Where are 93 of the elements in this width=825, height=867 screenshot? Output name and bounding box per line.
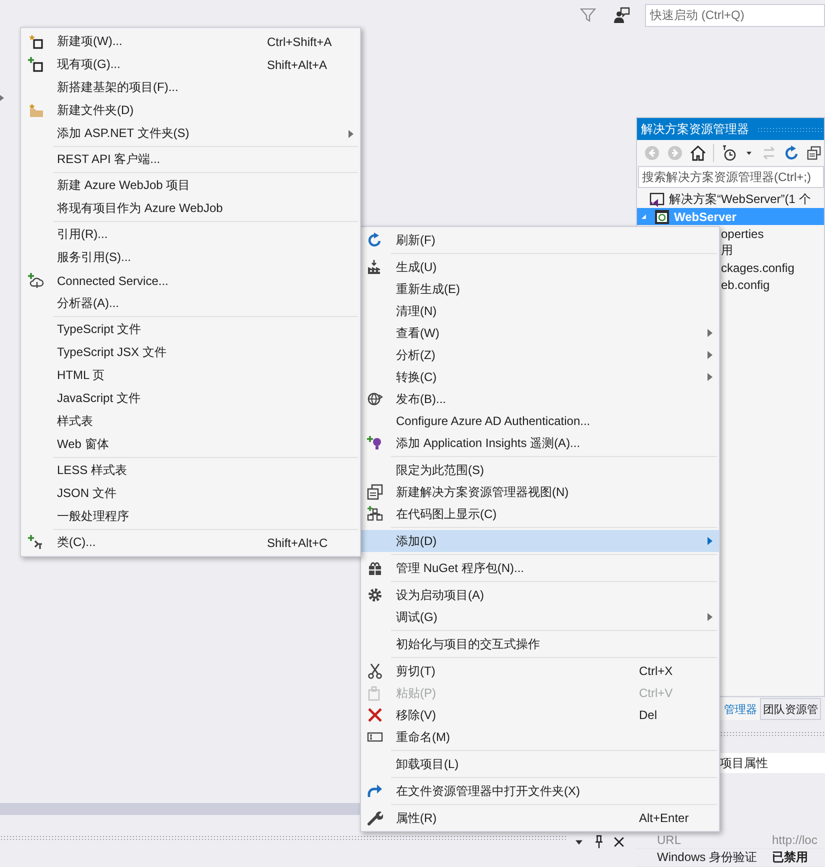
- search-field[interactable]: 搜索解决方案资源管理器(Ctrl+;): [638, 166, 824, 188]
- menu-item[interactable]: Web 窗体: [21, 433, 360, 456]
- menu-item[interactable]: 在文件资源管理器中打开文件夹(X): [361, 780, 719, 802]
- menu-item[interactable]: Connected Service...: [21, 269, 360, 292]
- square-star-icon: [28, 34, 44, 50]
- submenu-arrow-icon: [346, 128, 356, 138]
- gear-icon: [367, 587, 383, 603]
- menu-item[interactable]: 属性(R) Alt+Enter: [361, 807, 719, 829]
- menu-item[interactable]: LESS 样式表: [21, 459, 360, 482]
- scissors-icon: [367, 663, 383, 679]
- property-value[interactable]: 已禁用: [770, 849, 825, 866]
- globe-icon: [367, 391, 383, 407]
- menu-item[interactable]: 调试(G): [361, 606, 719, 628]
- menu-item[interactable]: HTML 页: [21, 364, 360, 387]
- menu-item[interactable]: 分析器(A)...: [21, 292, 360, 315]
- submenu-arrow-icon: [705, 536, 715, 546]
- menu-item[interactable]: 在代码图上显示(C): [361, 503, 719, 525]
- feedback-icon[interactable]: [614, 7, 630, 23]
- panel-tab[interactable]: 团队资源管: [760, 698, 821, 720]
- menu-item[interactable]: JSON 文件: [21, 482, 360, 505]
- refresh-icon[interactable]: [784, 145, 800, 161]
- menu-item[interactable]: 一般处理程序: [21, 505, 360, 528]
- menu-item[interactable]: 分析(Z): [361, 344, 719, 366]
- submenu-arrow-icon: [705, 350, 715, 360]
- windows-icon[interactable]: [807, 146, 821, 160]
- menu-item[interactable]: REST API 客户端...: [21, 148, 360, 171]
- menu-item[interactable]: 刷新(F): [361, 229, 719, 251]
- shortcut-text: Ctrl+Shift+A: [267, 34, 332, 48]
- shortcut-text: Del: [639, 708, 658, 722]
- filter-icon[interactable]: [580, 7, 596, 23]
- menu-item[interactable]: 初始化与项目的交互式操作: [361, 633, 719, 655]
- factory-icon: [367, 259, 383, 275]
- menu-item[interactable]: JavaScript 文件: [21, 387, 360, 410]
- menu-item[interactable]: 剪切(T) Ctrl+X: [361, 660, 719, 682]
- menu-item[interactable]: TypeScript 文件: [21, 318, 360, 341]
- close-icon[interactable]: [612, 835, 626, 849]
- vs-solution-icon: [649, 192, 665, 208]
- menu-item[interactable]: TypeScript JSX 文件: [21, 341, 360, 364]
- folder-star-icon: [28, 102, 44, 118]
- menu-item[interactable]: 清理(N): [361, 300, 719, 322]
- refresh-icon: [367, 232, 383, 248]
- class-plus-icon: [28, 534, 44, 550]
- menu-item[interactable]: 新建解决方案资源管理器视图(N): [361, 481, 719, 503]
- menu-item[interactable]: 现有项(G)... Shift+Alt+A: [21, 53, 360, 76]
- project-icon: [654, 208, 670, 224]
- shortcut-text: Ctrl+X: [639, 664, 673, 678]
- quick-launch-field[interactable]: 快速启动 (Ctrl+Q): [645, 4, 825, 26]
- property-name: URL: [656, 832, 682, 846]
- menu-item[interactable]: 限定为此范围(S): [361, 459, 719, 481]
- expanded-icon[interactable]: [639, 212, 649, 222]
- submenu-arrow-icon: [705, 372, 715, 382]
- menu-item[interactable]: 引用(R)...: [21, 223, 360, 246]
- cloud-plus-icon: [28, 272, 44, 288]
- history-icon[interactable]: [721, 145, 737, 161]
- menu-item[interactable]: 添加(D): [361, 530, 719, 552]
- menu-item[interactable]: 添加 Application Insights 遥测(A)...: [361, 432, 719, 454]
- menu-item[interactable]: 移除(V) Del: [361, 704, 719, 726]
- property-name: Windows 身份验证: [656, 849, 758, 866]
- menu-item[interactable]: 将现有项目作为 Azure WebJob: [21, 197, 360, 220]
- square-plus-icon: [28, 56, 44, 72]
- menu-item[interactable]: 服务引用(S)...: [21, 246, 360, 269]
- menu-item[interactable]: 新建项(W)... Ctrl+Shift+A: [21, 30, 360, 53]
- menu-item[interactable]: 重命名(M): [361, 726, 719, 748]
- tree-item[interactable]: 解决方案“WebServer”(1 个: [637, 191, 824, 208]
- menu-item[interactable]: 发布(B)...: [361, 388, 719, 410]
- menu-item[interactable]: 新建 Azure WebJob 项目: [21, 174, 360, 197]
- submenu-arrow-icon: [705, 612, 715, 622]
- menu-item[interactable]: 查看(W): [361, 322, 719, 344]
- shortcut-text: Alt+Enter: [639, 811, 689, 825]
- diagram-icon: [367, 506, 383, 522]
- menu-item[interactable]: 样式表: [21, 410, 360, 433]
- shortcut-text: Shift+Alt+A: [267, 58, 328, 72]
- menu-item[interactable]: 新建文件夹(D): [21, 99, 360, 122]
- menu-item[interactable]: 重新生成(E): [361, 278, 719, 300]
- cross-icon: [367, 707, 383, 723]
- menu-item[interactable]: 管理 NuGet 程序包(N)...: [361, 557, 719, 579]
- shortcut-text: Shift+Alt+C: [267, 536, 328, 550]
- submenu-arrow-icon: [705, 328, 715, 338]
- menu-item[interactable]: 添加 ASP.NET 文件夹(S): [21, 122, 360, 145]
- menu-item[interactable]: 转换(C): [361, 366, 719, 388]
- menu-item[interactable]: Configure Azure AD Authentication...: [361, 410, 719, 432]
- curved-arrow-icon: [367, 783, 383, 799]
- menu-item[interactable]: 设为启动项目(A): [361, 584, 719, 606]
- package-icon: [367, 560, 383, 576]
- menu-item[interactable]: 新搭建基架的项目(F)...: [21, 76, 360, 99]
- lightbulb-plus-icon: [367, 435, 383, 451]
- shortcut-text: Ctrl+V: [639, 686, 673, 700]
- panel-title-bar: 解决方案资源管理器: [637, 118, 824, 140]
- menu-item[interactable]: 类(C)... Shift+Alt+C: [21, 531, 360, 554]
- wrench-icon: [367, 810, 383, 826]
- home-icon[interactable]: [690, 145, 706, 161]
- menu-item[interactable]: 生成(U): [361, 256, 719, 278]
- windows-icon: [367, 484, 383, 500]
